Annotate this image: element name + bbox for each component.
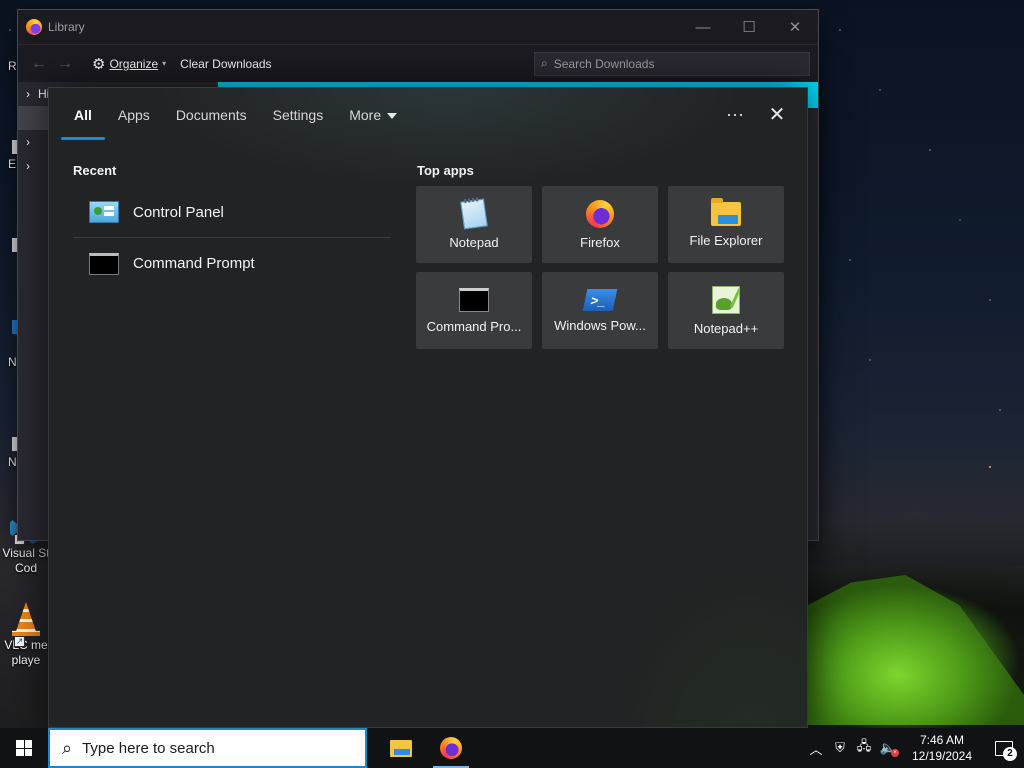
forward-arrow-icon[interactable]: → [52,55,78,73]
tab-settings[interactable]: Settings [260,88,337,142]
app-tile-firefox[interactable]: Firefox [542,186,658,263]
powershell-icon: >_ [582,288,618,311]
notification-count: 2 [1003,747,1017,761]
search-flyout: All Apps Documents Settings More ··· ✕ R… [48,87,808,728]
folder-icon [390,739,412,757]
desktop-edge-letter: N [8,455,17,469]
taskbar-firefox[interactable] [427,728,475,768]
notepad-plus-plus-icon [712,285,740,314]
desktop-icon-vlc[interactable]: ↗ VLC me playe [0,602,52,668]
tab-apps[interactable]: Apps [105,88,163,142]
search-icon: ⌕ [541,56,548,70]
desktop-icon-label: Cod [14,561,37,575]
desktop-edge-letter: R [8,59,17,73]
muted-badge-icon: × [891,749,899,757]
recent-list: Control Panel Command Prompt [73,187,391,289]
tab-all[interactable]: All [61,88,105,142]
chevron-up-icon[interactable]: ︿ [804,728,828,768]
desktop-icon-label: playe [11,653,41,667]
chevron-down-icon: ▾ [162,59,167,68]
recent-item-label: Control Panel [133,203,224,221]
tab-label: Apps [117,107,150,123]
clock[interactable]: 7:46 AM 12/19/2024 [906,732,978,764]
firefox-icon [586,199,614,228]
file-explorer-icon [711,197,741,226]
back-arrow-icon[interactable]: ← [26,55,52,73]
app-tile-label: Firefox [580,234,620,250]
close-icon[interactable]: ✕ [772,10,818,44]
taskbar: ⌕ Type here to search ︿ ⛨ 🖧 🔈 × 7:46 AM 1… [0,728,1024,768]
search-downloads-placeholder: Search Downloads [553,56,655,71]
top-apps-grid: Notepad Firefox File Explorer Command Pr… [416,186,784,349]
desktop-icon-label: VLC me [4,638,48,652]
app-tile-notepad[interactable]: Notepad [416,186,532,263]
app-tile-file-explorer[interactable]: File Explorer [668,186,784,263]
tab-label: Settings [272,107,324,123]
command-prompt-icon [89,252,119,275]
recent-item-control-panel[interactable]: Control Panel [73,187,391,238]
tab-label: More [349,107,382,123]
firefox-icon [26,19,42,35]
firefox-icon [440,737,462,759]
tab-more[interactable]: More [336,88,410,142]
library-toolbar: ← → ⚙ Organize ▾ Clear Downloads ⌕ Searc… [18,44,818,82]
app-tile-label: Notepad++ [693,320,759,336]
clock-time: 7:46 AM [919,733,965,747]
chevron-right-icon: › [26,159,30,173]
system-tray: ︿ ⛨ 🖧 🔈 × 7:46 AM 12/19/2024 2 [804,728,1024,768]
app-tile-notepad-plus-plus[interactable]: Notepad++ [668,272,784,349]
desktop-edge-letter: E [8,157,17,171]
app-tile-label: Windows Pow... [554,317,646,333]
action-center-button[interactable]: 2 [984,728,1024,768]
library-title: Library [48,20,85,34]
maximize-icon[interactable]: ☐ [726,10,772,44]
desktop-icon-label: Visual St [2,546,50,560]
tab-documents[interactable]: Documents [163,88,260,142]
shortcut-arrow-icon: ↗ [14,636,25,647]
top-apps-heading: Top apps [417,163,474,178]
app-tile-label: File Explorer [689,232,763,248]
tab-label: Documents [175,107,247,123]
app-tile-windows-powershell[interactable]: >_ Windows Pow... [542,272,658,349]
taskbar-search-box[interactable]: ⌕ Type here to search [48,728,367,768]
minimize-icon[interactable]: — [680,10,726,44]
library-titlebar[interactable]: Library — ☐ ✕ [18,10,818,44]
search-downloads-field[interactable]: ⌕ Search Downloads [534,51,810,76]
control-panel-icon [89,201,119,223]
recent-item-command-prompt[interactable]: Command Prompt [73,238,391,289]
recent-item-label: Command Prompt [133,255,255,272]
recent-heading: Recent [73,163,117,178]
taskbar-search-placeholder: Type here to search [82,739,215,757]
app-tile-label: Notepad [449,234,499,250]
close-icon[interactable]: ✕ [763,100,791,128]
taskbar-file-explorer[interactable] [377,728,425,768]
clock-date: 12/19/2024 [911,749,973,763]
app-tile-command-prompt[interactable]: Command Pro... [416,272,532,349]
command-prompt-icon [459,287,489,312]
tab-label: All [74,107,92,123]
search-tabs: All Apps Documents Settings More [61,88,410,142]
organize-button[interactable]: ⚙ Organize ▾ [92,55,166,73]
network-icon[interactable]: 🖧 [852,728,876,768]
notepad-icon [460,197,488,230]
caret-down-icon [387,112,398,119]
vlc-icon [12,602,40,636]
search-icon: ⌕ [62,737,73,758]
app-tile-label: Command Pro... [426,318,522,334]
security-shield-icon[interactable]: ⛨ [828,728,852,768]
ellipsis-icon[interactable]: ··· [721,100,749,128]
volume-muted-icon[interactable]: 🔈 × [876,728,900,768]
chevron-right-icon: › [26,87,30,101]
windows-logo-icon [16,740,32,756]
gear-icon: ⚙ [92,55,106,73]
chevron-right-icon: › [26,135,30,149]
desktop-edge-letter: N [8,355,17,369]
clear-downloads-button[interactable]: Clear Downloads [180,57,271,71]
start-button[interactable] [0,728,48,768]
organize-label: Organize [109,56,159,71]
